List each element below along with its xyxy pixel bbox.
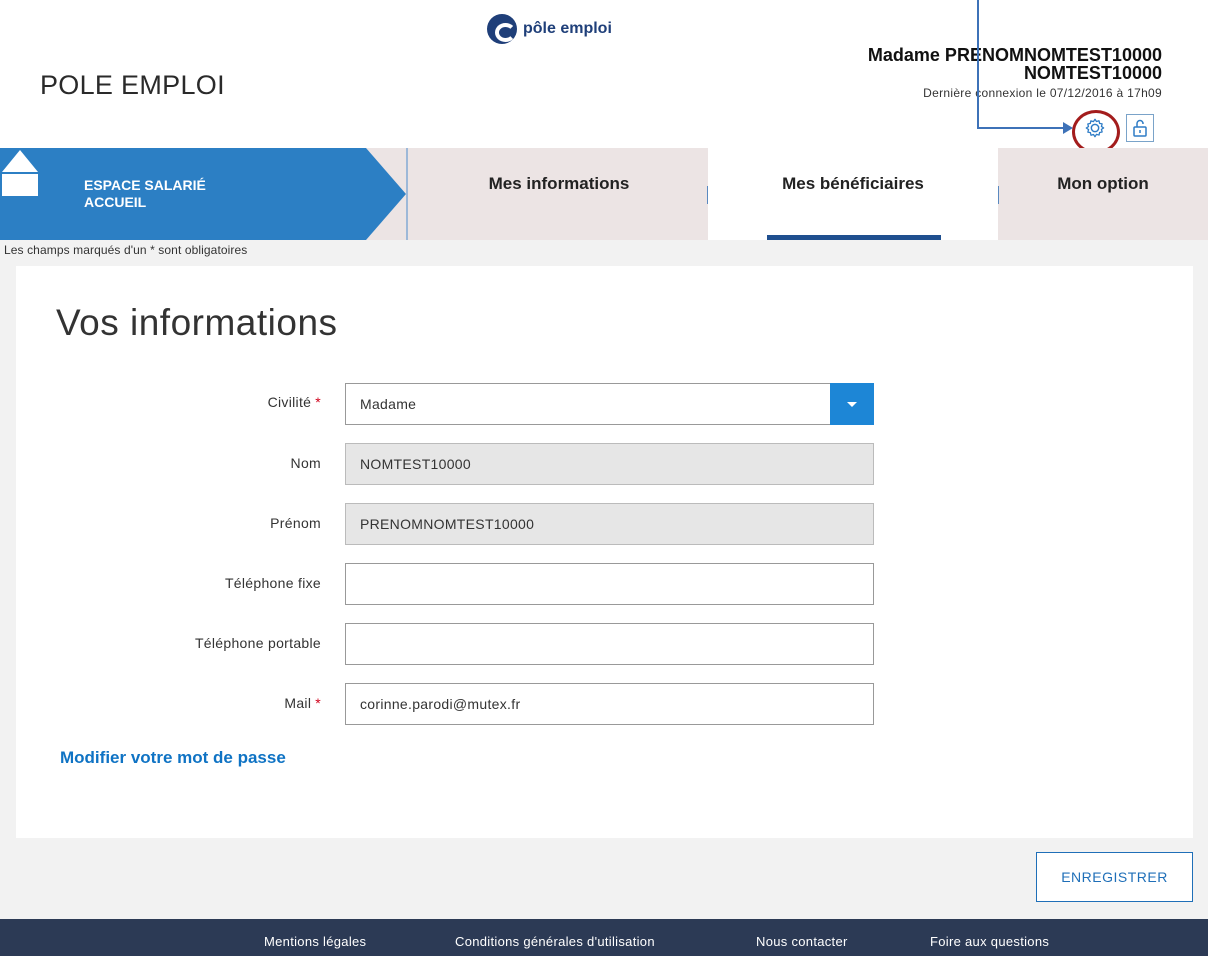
unlock-icon bbox=[1133, 119, 1147, 137]
nom-value: NOMTEST10000 bbox=[360, 456, 471, 472]
tab-mes-informations[interactable]: Mes informations bbox=[410, 148, 708, 240]
pole-emploi-logo[interactable]: pôle emploi bbox=[487, 14, 612, 44]
tab-mes-beneficiaires[interactable]: Mes bénéficiaires bbox=[708, 148, 998, 240]
save-button[interactable]: ENREGISTRER bbox=[1036, 852, 1193, 902]
logo-text: pôle emploi bbox=[523, 20, 612, 37]
dropdown-toggle[interactable] bbox=[830, 383, 874, 425]
telephone-portable-input[interactable] bbox=[345, 623, 874, 665]
logout-button[interactable] bbox=[1126, 114, 1154, 142]
user-name-line1: Madame PRENOMNOMTEST10000 bbox=[867, 45, 1162, 65]
main-navigation: ESPACE SALARIÉ ACCUEIL Mes informations … bbox=[0, 148, 1208, 240]
required-fields-note: Les champs marqués d'un * sont obligatoi… bbox=[4, 243, 248, 257]
espace-salarie-home[interactable]: ESPACE SALARIÉ ACCUEIL bbox=[0, 148, 410, 240]
required-mark: * bbox=[315, 394, 321, 410]
telephone-fixe-label: Téléphone fixe bbox=[224, 575, 321, 591]
telephone-fixe-input[interactable] bbox=[345, 563, 874, 605]
mail-input[interactable]: corinne.parodi@mutex.fr bbox=[345, 683, 874, 725]
page-title: Vos informations bbox=[56, 302, 338, 343]
chevron-down-icon bbox=[847, 401, 857, 407]
user-info: Madame PRENOMNOMTEST10000 NOMTEST10000 D… bbox=[868, 46, 1162, 100]
footer-link-faq[interactable]: Foire aux questions bbox=[930, 934, 1049, 949]
active-tab-indicator bbox=[767, 235, 941, 240]
tab-mon-option[interactable]: Mon option bbox=[998, 148, 1208, 240]
espace-title: ESPACE SALARIÉ bbox=[84, 177, 206, 193]
footer: Mentions légales Conditions générales d'… bbox=[0, 919, 1208, 956]
prenom-value: PRENOMNOMTEST10000 bbox=[360, 516, 535, 532]
pole-emploi-logo-icon bbox=[487, 14, 517, 44]
prenom-label: Prénom bbox=[270, 515, 321, 531]
mail-label: Mail * bbox=[284, 695, 321, 711]
brand-title: POLE EMPLOI bbox=[40, 70, 225, 100]
espace-subtitle: ACCUEIL bbox=[84, 194, 147, 210]
user-name-line2: NOMTEST10000 bbox=[1023, 63, 1162, 83]
header: POLE EMPLOI pôle emploi Madame PRENOMNOM… bbox=[0, 0, 1208, 154]
civilite-label: Civilité * bbox=[268, 394, 321, 410]
civilite-select[interactable]: Madame bbox=[345, 383, 874, 425]
label-text: Civilité bbox=[267, 394, 312, 410]
required-mark: * bbox=[315, 695, 321, 711]
mail-value: corinne.parodi@mutex.fr bbox=[360, 696, 521, 712]
change-password-link[interactable]: Modifier votre mot de passe bbox=[60, 748, 286, 768]
home-icon bbox=[2, 150, 38, 196]
form-card: Vos informations Civilité * Madame Nom NO… bbox=[16, 266, 1193, 838]
label-text: Mail bbox=[284, 695, 312, 711]
footer-link-mentions-legales[interactable]: Mentions légales bbox=[264, 934, 366, 949]
nav-divider bbox=[406, 148, 408, 240]
footer-link-cgu[interactable]: Conditions générales d'utilisation bbox=[455, 934, 655, 949]
annotation-arrow-line bbox=[977, 127, 1065, 129]
espace-label: ESPACE SALARIÉ ACCUEIL bbox=[84, 177, 206, 211]
annotation-arrow-line bbox=[977, 0, 979, 128]
nom-label: Nom bbox=[290, 455, 321, 471]
tab-label: Mes bénéficiaires bbox=[782, 174, 924, 193]
civilite-value: Madame bbox=[360, 396, 417, 412]
footer-link-contact[interactable]: Nous contacter bbox=[756, 934, 848, 949]
nom-field: NOMTEST10000 bbox=[345, 443, 874, 485]
last-connection: Dernière connexion le 07/12/2016 à 17h09 bbox=[923, 86, 1162, 100]
telephone-portable-label: Téléphone portable bbox=[194, 635, 321, 651]
prenom-field: PRENOMNOMTEST10000 bbox=[345, 503, 874, 545]
